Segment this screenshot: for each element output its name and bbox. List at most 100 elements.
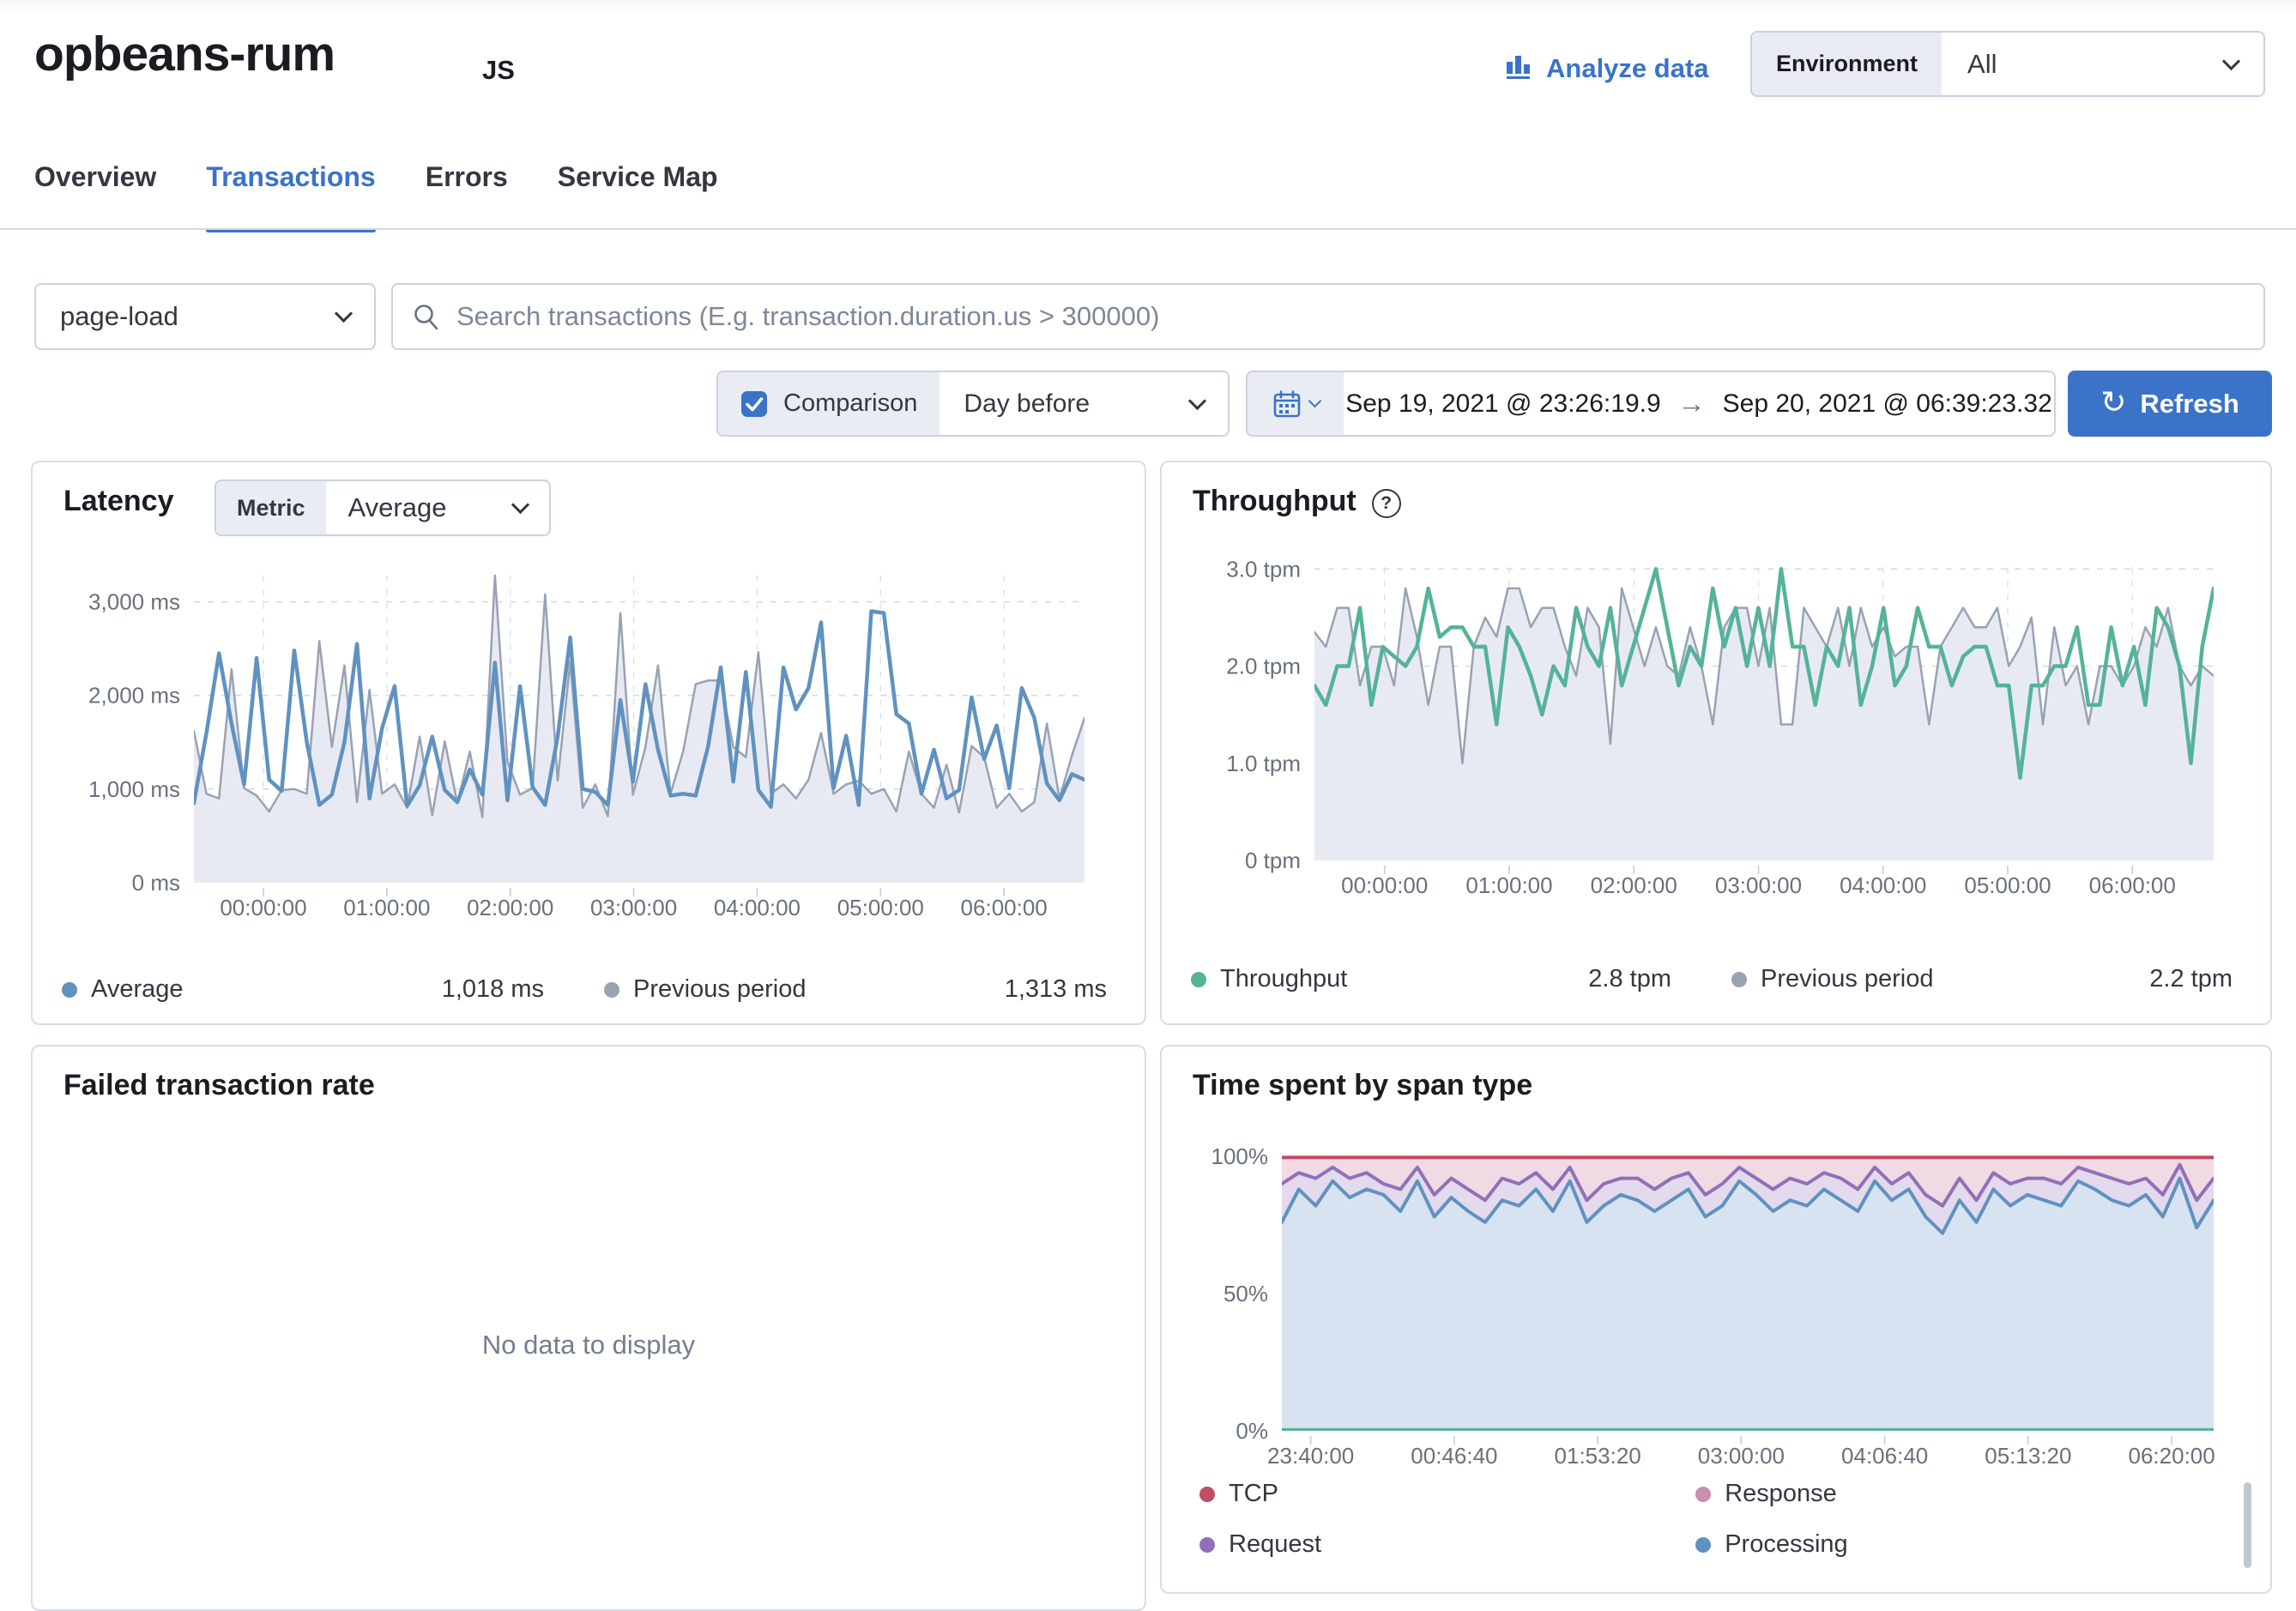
legend-dot: [1199, 1487, 1215, 1502]
svg-text:04:00:00: 04:00:00: [714, 895, 801, 920]
legend-dot: [1695, 1487, 1711, 1502]
refresh-label: Refresh: [2140, 389, 2239, 419]
svg-text:100%: 100%: [1211, 1143, 1269, 1169]
tab-service-map[interactable]: Service Map: [558, 161, 718, 232]
svg-text:06:00:00: 06:00:00: [961, 895, 1048, 920]
no-data-message: No data to display: [33, 1330, 1145, 1361]
chevron-down-icon: [1188, 391, 1206, 409]
comparison-label: Comparison: [783, 389, 917, 418]
metric-value: Average: [326, 481, 514, 534]
analyze-data-link[interactable]: Analyze data: [1503, 50, 1709, 87]
svg-text:05:13:20: 05:13:20: [1985, 1443, 2071, 1469]
svg-text:01:53:20: 01:53:20: [1555, 1443, 1641, 1469]
bar-chart-icon: [1503, 50, 1534, 87]
comparison-group: Comparison Day before: [716, 371, 1230, 437]
date-start[interactable]: Sep 19, 2021 @ 23:26:19.9: [1345, 389, 1660, 419]
latency-chart: 0 ms1,000 ms2,000 ms3,000 ms00:00:0001:0…: [41, 564, 1131, 941]
search-transactions-input[interactable]: [441, 285, 2263, 348]
legend-item-average[interactable]: Average: [62, 975, 184, 1004]
svg-text:02:00:00: 02:00:00: [467, 895, 553, 920]
time-spent-by-span-type-panel: Time spent by span type 0%50%100%23:40:0…: [1160, 1045, 2272, 1594]
transaction-type-select[interactable]: page-load: [34, 283, 376, 350]
legend-dot: [1199, 1537, 1215, 1553]
legend-dot: [604, 982, 619, 998]
throughput-title: Throughput: [1193, 485, 1356, 518]
legend-item-response[interactable]: Response: [1695, 1480, 2212, 1508]
agent-badge: JS: [482, 55, 515, 86]
comparison-period-value: Day before: [940, 389, 1191, 419]
throughput-chart: 0 tpm1.0 tpm2.0 tpm3.0 tpm00:00:0001:00:…: [1170, 545, 2260, 922]
legend-item-throughput[interactable]: Throughput: [1191, 965, 1347, 993]
transaction-type-value: page-load: [36, 301, 337, 332]
latency-panel: Latency Metric Average 0 ms1,000 ms2,000…: [31, 461, 1146, 1025]
throughput-legend: Throughput 2.8 tpm Previous period 2.2 t…: [1191, 965, 2241, 993]
svg-text:06:00:00: 06:00:00: [2089, 872, 2176, 898]
failed-transaction-rate-panel: Failed transaction rate No data to displ…: [31, 1045, 1146, 1611]
date-quick-menu-button[interactable]: [1248, 372, 1344, 435]
span-type-chart: 0%50%100%23:40:0000:46:4001:53:2003:00:0…: [1170, 1132, 2260, 1493]
legend-value-throughput: 2.8 tpm: [1588, 965, 1671, 993]
svg-text:00:46:40: 00:46:40: [1411, 1443, 1497, 1469]
latency-metric-select[interactable]: Metric Average: [214, 480, 551, 536]
tab-errors[interactable]: Errors: [426, 161, 508, 232]
chevron-down-icon: [2222, 51, 2240, 69]
top-fade: [0, 0, 2296, 14]
environment-select[interactable]: Environment All: [1750, 31, 2265, 97]
legend-dot: [1731, 972, 1747, 987]
svg-text:06:20:00: 06:20:00: [2129, 1443, 2215, 1469]
svg-text:00:00:00: 00:00:00: [220, 895, 306, 920]
svg-text:3.0 tpm: 3.0 tpm: [1226, 556, 1301, 582]
legend-item-request[interactable]: Request: [1199, 1530, 1695, 1559]
latency-legend: Average 1,018 ms Previous period 1,313 m…: [62, 975, 1115, 1004]
metric-label: Metric: [216, 481, 326, 534]
failed-rate-title: Failed transaction rate: [63, 1069, 375, 1102]
date-range: Sep 19, 2021 @ 23:26:19.9 → Sep 20, 2021…: [1344, 372, 2054, 435]
svg-text:05:00:00: 05:00:00: [1964, 872, 2051, 898]
legend-value-previous-period: 2.2 tpm: [2149, 965, 2233, 993]
legend-value-average: 1,018 ms: [442, 975, 544, 1004]
environment-value: All: [1942, 33, 2225, 95]
svg-text:23:40:00: 23:40:00: [1267, 1443, 1354, 1469]
legend-value-previous-period: 1,313 ms: [1005, 975, 1107, 1004]
legend-dot: [1191, 972, 1206, 987]
legend-item-previous-period[interactable]: Previous period: [1731, 965, 1934, 993]
comparison-checkbox[interactable]: [740, 390, 768, 418]
svg-text:0 tpm: 0 tpm: [1245, 848, 1301, 873]
svg-text:02:00:00: 02:00:00: [1591, 872, 1677, 898]
tab-overview[interactable]: Overview: [34, 161, 156, 232]
legend-scrollbar[interactable]: [2244, 1482, 2251, 1568]
svg-text:2.0 tpm: 2.0 tpm: [1226, 654, 1301, 679]
svg-text:04:06:40: 04:06:40: [1841, 1443, 1928, 1469]
svg-text:04:00:00: 04:00:00: [1840, 872, 1926, 898]
legend-item-processing[interactable]: Processing: [1695, 1530, 2212, 1559]
comparison-period-select[interactable]: Day before: [940, 372, 1228, 435]
svg-text:3,000 ms: 3,000 ms: [88, 589, 180, 615]
legend-dot: [1695, 1537, 1711, 1553]
refresh-button[interactable]: ↻ Refresh: [2068, 371, 2272, 437]
throughput-panel: Throughput ? 0 tpm 1.0 tpm 2.0 tpm 3.0 tpm 0…: [1160, 461, 2272, 1025]
legend-item-previous-period[interactable]: Previous period: [604, 975, 807, 1004]
span-type-title: Time spent by span type: [1193, 1069, 1532, 1102]
date-picker: Sep 19, 2021 @ 23:26:19.9 → Sep 20, 2021…: [1246, 371, 2056, 437]
environment-label: Environment: [1752, 33, 1942, 95]
chevron-down-icon: [1308, 394, 1321, 407]
legend-item-tcp[interactable]: TCP: [1199, 1480, 1695, 1508]
tab-bar: Overview Transactions Errors Service Map: [34, 161, 718, 232]
search-icon: [412, 302, 441, 331]
legend-dot: [62, 982, 77, 998]
svg-text:01:00:00: 01:00:00: [343, 895, 430, 920]
svg-text:1.0 tpm: 1.0 tpm: [1226, 751, 1301, 776]
arrow-right-icon: →: [1678, 388, 1706, 419]
svg-text:03:00:00: 03:00:00: [1715, 872, 1802, 898]
date-end[interactable]: Sep 20, 2021 @ 06:39:23.32: [1723, 389, 2052, 419]
svg-text:03:00:00: 03:00:00: [590, 895, 677, 920]
span-type-legend: TCP Response Request Processing: [1199, 1480, 2212, 1559]
svg-text:01:00:00: 01:00:00: [1465, 872, 1552, 898]
svg-text:1,000 ms: 1,000 ms: [88, 776, 180, 802]
page-title: opbeans-rum: [34, 26, 335, 82]
comparison-toggle[interactable]: Comparison: [718, 372, 940, 435]
svg-text:2,000 ms: 2,000 ms: [88, 683, 180, 709]
help-icon[interactable]: ?: [1372, 489, 1401, 518]
latency-title: Latency: [63, 485, 174, 518]
tab-transactions[interactable]: Transactions: [206, 161, 375, 232]
